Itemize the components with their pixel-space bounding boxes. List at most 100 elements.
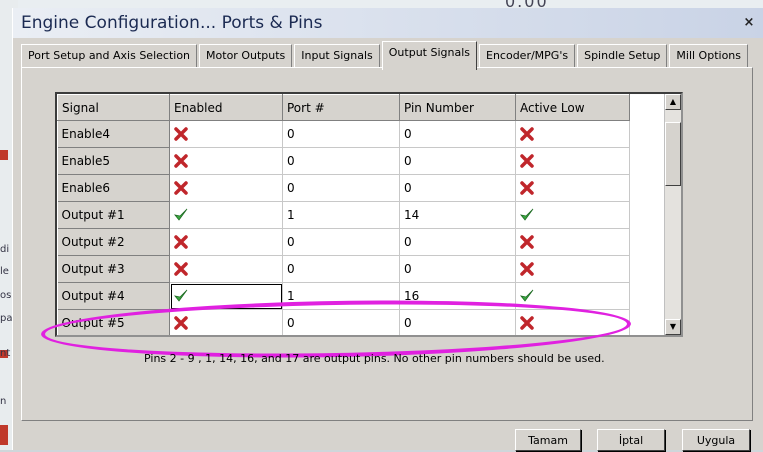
background-red-bar (0, 425, 8, 445)
scroll-up-icon[interactable]: ▲ (665, 94, 681, 110)
table-row[interactable]: Output #6 00 (58, 337, 630, 338)
background-red-bar (0, 150, 8, 160)
x-icon[interactable] (520, 181, 534, 195)
pin-cell[interactable]: 0 (400, 337, 516, 338)
x-icon[interactable] (520, 262, 534, 276)
tab-strip: Port Setup and Axis Selection Motor Outp… (21, 41, 750, 70)
x-icon[interactable] (174, 181, 188, 195)
active-low-cell[interactable] (515, 120, 630, 148)
pin-cell[interactable]: 0 (399, 309, 516, 335)
column-header-enabled[interactable]: Enabled (169, 94, 283, 121)
tab-mill-options[interactable]: Mill Options (669, 44, 749, 69)
output-pins-note: Pins 2 - 9 , 1, 14, 16, and 17 are outpu… (144, 352, 605, 365)
column-header-signal[interactable]: Signal (57, 94, 170, 121)
table-row[interactable]: Output #3 0 0 (57, 255, 630, 283)
signal-cell[interactable]: Enable4 (57, 120, 170, 148)
close-icon[interactable]: × (742, 16, 756, 30)
table-row[interactable]: Enable4 0 0 (57, 120, 630, 148)
window-title: Engine Configuration... Ports & Pins (21, 13, 323, 33)
x-icon[interactable] (174, 127, 188, 141)
output-signals-grid: Signal Enabled Port # Pin Number Active … (55, 92, 683, 337)
apply-button[interactable]: Uygula (682, 429, 750, 451)
signal-cell[interactable]: Output #6 (58, 337, 170, 338)
active-low-cell[interactable] (515, 255, 630, 283)
enabled-cell[interactable] (170, 337, 283, 338)
active-low-cell[interactable] (515, 201, 630, 229)
check-icon[interactable] (520, 289, 534, 303)
port-cell[interactable]: 0 (282, 309, 400, 335)
port-cell[interactable]: 0 (282, 228, 400, 256)
tab-motor-outputs[interactable]: Motor Outputs (199, 44, 293, 69)
port-cell[interactable]: 0 (282, 120, 400, 148)
tab-spindle-setup[interactable]: Spindle Setup (577, 44, 668, 69)
x-icon[interactable] (520, 127, 534, 141)
check-icon[interactable] (520, 208, 534, 222)
signal-cell[interactable]: Output #3 (57, 255, 170, 283)
enabled-cell[interactable] (169, 147, 283, 175)
tab-port-setup[interactable]: Port Setup and Axis Selection (21, 44, 198, 69)
active-low-cell[interactable] (515, 282, 630, 310)
x-icon[interactable] (174, 235, 188, 249)
signal-cell[interactable]: Enable6 (57, 174, 170, 202)
x-icon[interactable] (174, 262, 188, 276)
ok-button[interactable]: Tamam (515, 429, 581, 451)
pin-cell[interactable]: 0 (399, 147, 516, 175)
tab-input-signals[interactable]: Input Signals (294, 44, 380, 69)
pin-cell[interactable]: 0 (399, 120, 516, 148)
signal-cell[interactable]: Output #2 (57, 228, 170, 256)
pin-cell[interactable]: 0 (399, 174, 516, 202)
pin-cell[interactable]: 14 (399, 201, 516, 229)
enabled-cell[interactable] (169, 282, 283, 310)
x-icon[interactable] (520, 316, 534, 330)
x-icon[interactable] (174, 154, 188, 168)
enabled-cell[interactable] (169, 174, 283, 202)
port-cell[interactable]: 1 (282, 282, 400, 310)
table-row[interactable]: Output #4 1 16 (57, 282, 630, 310)
column-header-active-low[interactable]: Active Low (515, 94, 630, 121)
column-header-pin-number[interactable]: Pin Number (399, 94, 516, 121)
port-cell[interactable]: 0 (282, 255, 400, 283)
enabled-cell[interactable] (169, 309, 283, 335)
x-icon[interactable] (174, 316, 188, 330)
enabled-cell[interactable] (169, 201, 283, 229)
scroll-down-icon[interactable]: ▼ (665, 319, 681, 335)
table-row[interactable]: Output #2 0 0 (57, 228, 630, 256)
active-low-cell[interactable] (516, 337, 630, 338)
cancel-button[interactable]: İptal (597, 429, 665, 451)
table-row[interactable]: Enable6 0 0 (57, 174, 630, 202)
signal-cell[interactable]: Output #5 (57, 309, 170, 335)
x-icon[interactable] (520, 235, 534, 249)
vertical-scrollbar[interactable]: ▲ ▼ (664, 94, 681, 335)
pin-cell[interactable]: 0 (399, 228, 516, 256)
pin-cell[interactable]: 16 (399, 282, 516, 310)
pin-cell[interactable]: 0 (399, 255, 516, 283)
table-row[interactable]: Output #1 1 14 (57, 201, 630, 229)
table-row[interactable]: Enable5 0 0 (57, 147, 630, 175)
signal-cell[interactable]: Enable5 (57, 147, 170, 175)
title-bar[interactable]: Engine Configuration... Ports & Pins × (13, 8, 763, 38)
tab-encoder-mpg[interactable]: Encoder/MPG's (479, 44, 576, 69)
port-cell[interactable]: 0 (283, 337, 400, 338)
table-row[interactable]: Output #5 0 0 (57, 309, 630, 335)
enabled-cell[interactable] (169, 120, 283, 148)
x-icon[interactable] (520, 154, 534, 168)
active-low-cell[interactable] (515, 309, 630, 335)
port-cell[interactable]: 0 (282, 174, 400, 202)
port-cell[interactable]: 1 (282, 201, 400, 229)
output-signals-panel: Signal Enabled Port # Pin Number Active … (21, 67, 753, 421)
check-icon[interactable] (174, 208, 188, 222)
tab-output-signals[interactable]: Output Signals (381, 41, 477, 70)
active-low-cell[interactable] (515, 228, 630, 256)
active-low-cell[interactable] (515, 147, 630, 175)
signal-cell[interactable]: Output #4 (57, 282, 170, 310)
signal-cell[interactable]: Output #1 (57, 201, 170, 229)
column-header-port[interactable]: Port # (282, 94, 400, 121)
port-cell[interactable]: 0 (282, 147, 400, 175)
active-low-cell[interactable] (515, 174, 630, 202)
scroll-thumb[interactable] (665, 122, 681, 186)
signals-table: Signal Enabled Port # Pin Number Active … (57, 94, 630, 338)
enabled-cell[interactable] (169, 255, 283, 283)
enabled-cell[interactable] (169, 228, 283, 256)
table-header-row: Signal Enabled Port # Pin Number Active … (57, 94, 630, 121)
check-icon[interactable] (174, 289, 188, 303)
